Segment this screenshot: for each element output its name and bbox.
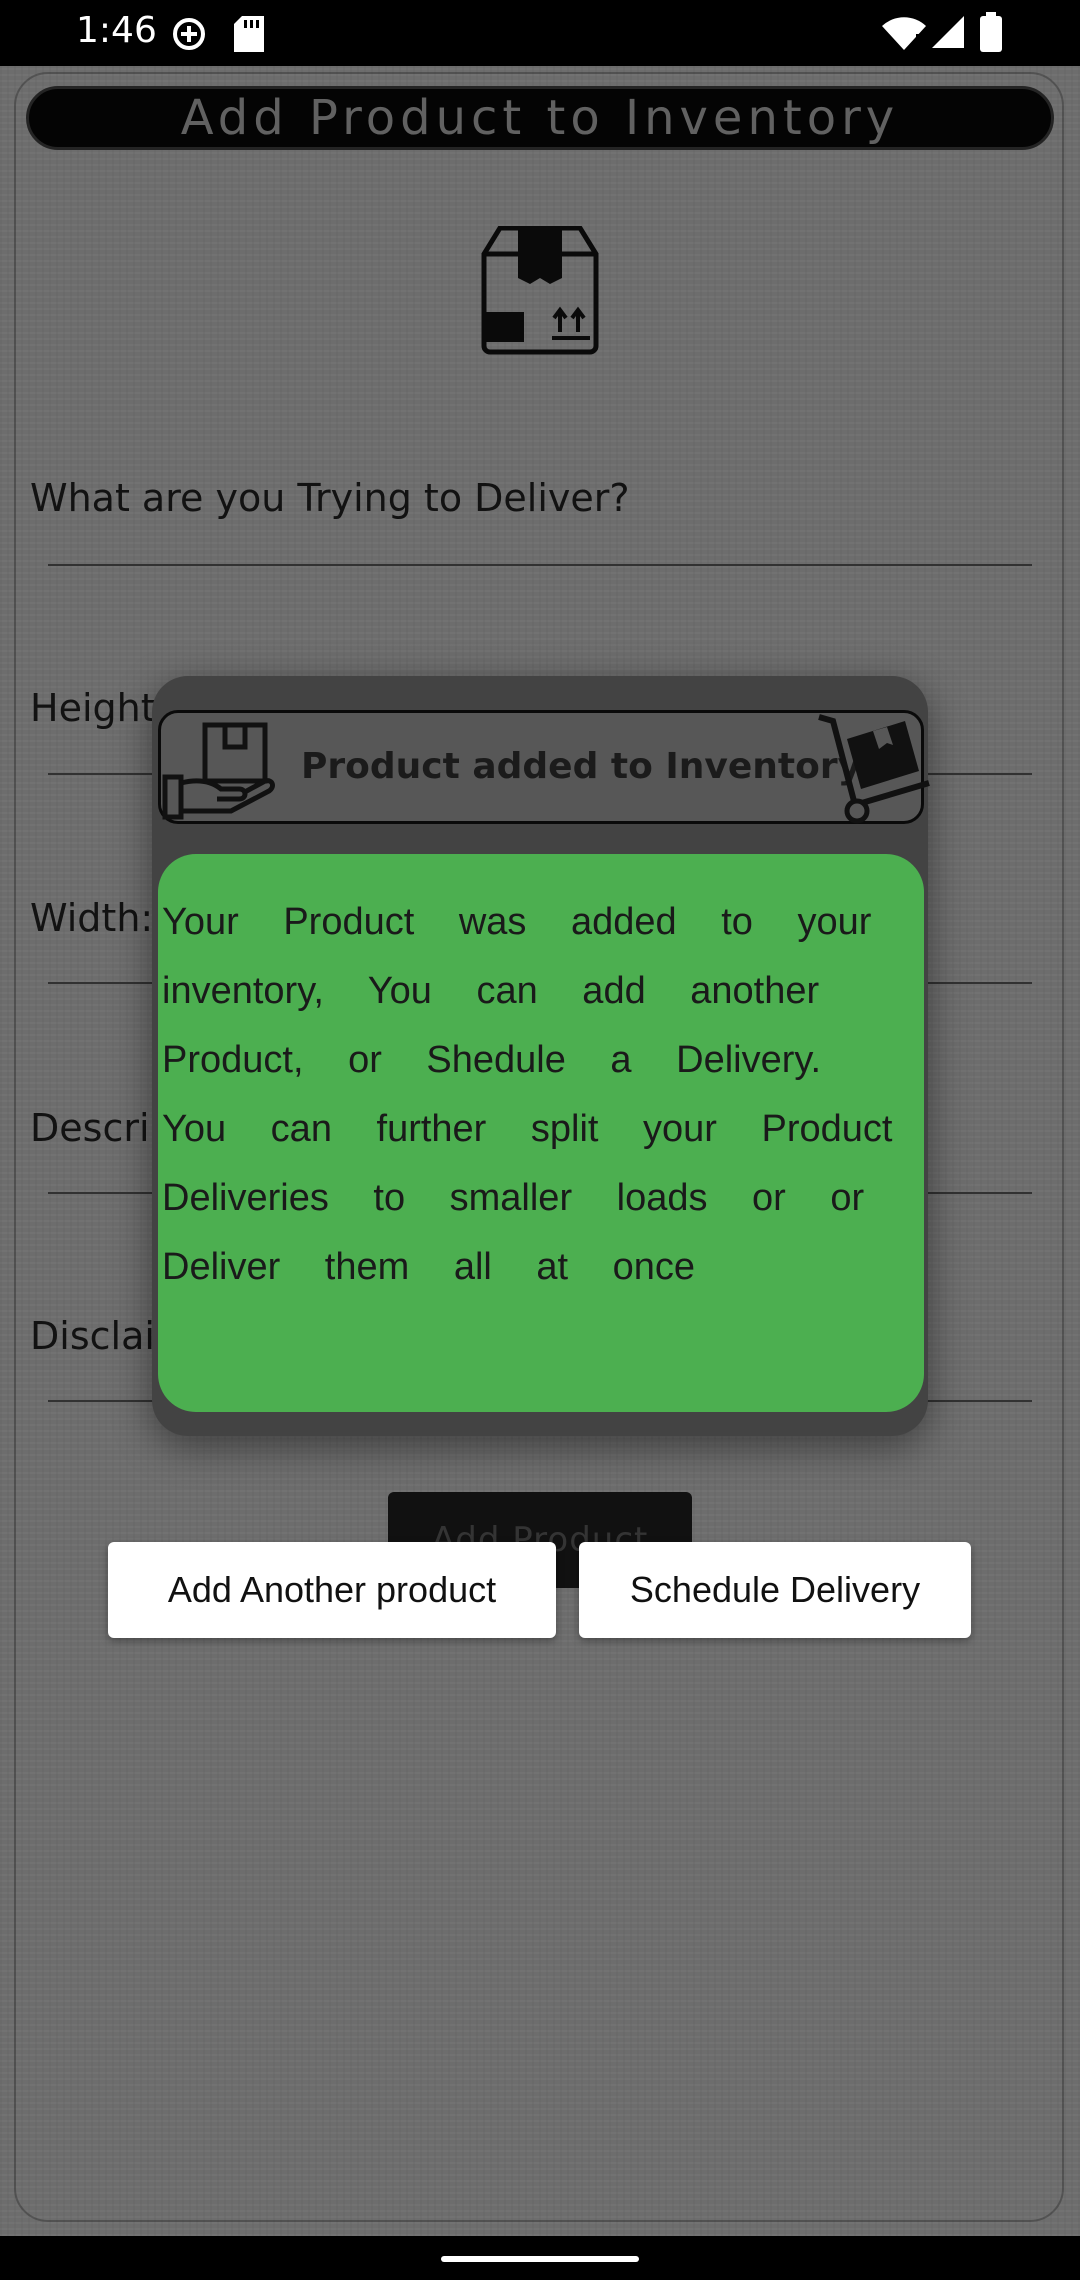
product-added-dialog: Product added to Inventory Your Product … — [152, 676, 930, 1436]
wifi-icon — [882, 17, 926, 50]
add-another-product-button[interactable]: Add Another product — [108, 1542, 556, 1638]
dialog-title: Product added to Inventory — [301, 746, 862, 787]
hand-holding-box-icon — [162, 722, 275, 820]
dialog-message: Your Product was added to your inventory… — [162, 901, 893, 1288]
status-bar: 1:46 — [0, 0, 1080, 66]
dialog-body: Your Product was added to your inventory… — [158, 854, 924, 1412]
battery-icon — [980, 12, 1002, 52]
status-time: 1:46 — [76, 10, 157, 51]
hand-truck-icon — [818, 714, 930, 824]
vpn-key-icon — [173, 18, 205, 50]
home-gesture-handle[interactable] — [441, 2256, 639, 2262]
dialog-header: Product added to Inventory — [158, 710, 930, 824]
sd-card-icon — [234, 16, 264, 52]
signal-icon — [932, 16, 964, 48]
schedule-delivery-button[interactable]: Schedule Delivery — [579, 1542, 971, 1638]
